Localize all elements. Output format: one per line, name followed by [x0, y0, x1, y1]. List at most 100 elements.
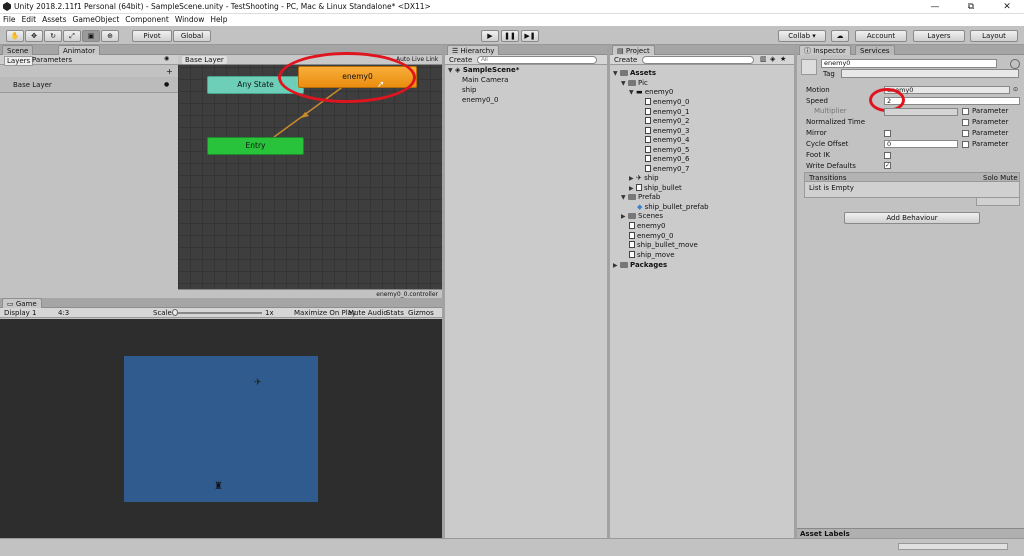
stats-toggle[interactable]: Stats: [386, 309, 404, 317]
asset-file[interactable]: enemy0_0: [629, 232, 673, 241]
sprite-frame[interactable]: enemy0_4: [645, 136, 689, 145]
play-button[interactable]: ▶: [481, 30, 499, 42]
tab-game[interactable]: ▭ Game: [2, 298, 42, 308]
tab-scene[interactable]: Scene: [2, 45, 34, 55]
transform-tool-icon[interactable]: ⊕: [101, 30, 119, 42]
settings-gear-icon[interactable]: [1010, 59, 1020, 69]
add-behaviour-button[interactable]: Add Behaviour: [844, 212, 980, 224]
expand-arrow-icon[interactable]: ▼: [629, 88, 636, 97]
base-layer-row[interactable]: Base Layer ●: [0, 77, 178, 93]
menu-help[interactable]: Help: [207, 14, 230, 26]
scale-slider-thumb[interactable]: [172, 309, 178, 316]
cycle-offset-parameter-checkbox[interactable]: [962, 141, 969, 148]
scale-slider[interactable]: [172, 312, 262, 314]
scene-row[interactable]: ▼ ◈ SampleScene*: [448, 66, 519, 75]
tab-parameters[interactable]: Parameters: [32, 56, 72, 64]
asset-enemy0-sheet[interactable]: ▼ ▬ enemy0: [629, 88, 673, 97]
sprite-frame[interactable]: enemy0_3: [645, 127, 689, 136]
hierarchy-search-input[interactable]: [477, 56, 597, 64]
game-viewport[interactable]: ✈ ♜: [0, 319, 442, 556]
filter-icon[interactable]: ▥: [760, 55, 767, 63]
step-button[interactable]: ▶❚: [521, 30, 539, 42]
tab-project[interactable]: ▤ Project: [612, 45, 655, 55]
display-dropdown[interactable]: Display 1: [4, 309, 36, 317]
sprite-frame[interactable]: enemy0_2: [645, 117, 689, 126]
asset-file[interactable]: ship_bullet_move: [629, 241, 698, 250]
collab-button[interactable]: Collab ▾: [778, 30, 826, 42]
menu-gameobject[interactable]: GameObject: [70, 14, 123, 26]
mirror-checkbox[interactable]: [884, 130, 891, 137]
expand-arrow-icon[interactable]: ▼: [621, 193, 628, 202]
collapse-arrow-icon[interactable]: ▶: [629, 184, 636, 193]
object-picker-icon[interactable]: ⊙: [1013, 86, 1018, 93]
motion-field[interactable]: enemy0: [884, 86, 1010, 94]
write-defaults-checkbox[interactable]: ✓: [884, 162, 891, 169]
label-icon[interactable]: ◈: [770, 55, 775, 63]
asset-ship-bullet-prefab[interactable]: ◆ ship_bullet_prefab: [637, 203, 709, 212]
foot-ik-checkbox[interactable]: [884, 152, 891, 159]
tab-inspector[interactable]: ⓘ Inspector: [799, 45, 851, 55]
add-layer-button[interactable]: +: [166, 67, 173, 76]
expand-arrow-icon[interactable]: ▼: [621, 79, 628, 88]
asset-file[interactable]: ship_move: [629, 251, 675, 260]
star-icon[interactable]: ★: [780, 55, 786, 63]
rotate-tool-icon[interactable]: ↻: [44, 30, 62, 42]
tab-animator[interactable]: Animator: [58, 45, 101, 55]
cycle-offset-field[interactable]: 0: [884, 140, 958, 148]
gear-icon[interactable]: ●: [164, 81, 169, 88]
tab-services[interactable]: Services: [855, 45, 895, 55]
eye-icon[interactable]: ◉: [164, 55, 169, 62]
expand-arrow-icon[interactable]: ▼: [448, 66, 455, 75]
hand-tool-icon[interactable]: ✋: [6, 30, 24, 42]
menu-component[interactable]: Component: [122, 14, 172, 26]
restore-button[interactable]: ⧉: [954, 0, 988, 14]
aspect-dropdown[interactable]: 4:3: [58, 309, 69, 317]
collapse-arrow-icon[interactable]: ▶: [621, 212, 628, 221]
asset-ship-bullet[interactable]: ▶ ship_bullet: [629, 184, 682, 193]
move-tool-icon[interactable]: ✥: [25, 30, 43, 42]
asset-ship[interactable]: ▶ ✈ ship: [629, 174, 659, 183]
expand-arrow-icon[interactable]: ▼: [613, 69, 620, 78]
hierarchy-item-enemy0-0[interactable]: enemy0_0: [462, 96, 498, 105]
project-create-button[interactable]: Create: [614, 56, 637, 64]
maximize-on-play-toggle[interactable]: Maximize On Play: [294, 309, 356, 317]
collapse-arrow-icon[interactable]: ▶: [629, 174, 636, 183]
sprite-frame[interactable]: enemy0_5: [645, 146, 689, 155]
project-search-input[interactable]: [642, 56, 754, 64]
normalized-time-parameter-checkbox[interactable]: [962, 119, 969, 126]
folder-pic[interactable]: ▼ Pic: [621, 79, 648, 88]
multiplier-parameter-checkbox[interactable]: [962, 108, 969, 115]
mirror-parameter-checkbox[interactable]: [962, 130, 969, 137]
close-button[interactable]: ✕: [990, 0, 1024, 14]
hierarchy-item-main-camera[interactable]: Main Camera: [462, 76, 508, 85]
folder-assets[interactable]: ▼ Assets: [613, 69, 656, 78]
sprite-frame[interactable]: enemy0_7: [645, 165, 689, 174]
scale-tool-icon[interactable]: ⤢: [63, 30, 81, 42]
hierarchy-create-button[interactable]: Create: [449, 56, 472, 64]
state-name-field[interactable]: enemy0: [821, 59, 997, 68]
tag-field[interactable]: [841, 69, 1019, 78]
menu-assets[interactable]: Assets: [39, 14, 69, 26]
menu-file[interactable]: File: [0, 14, 19, 26]
folder-packages[interactable]: ▶ Packages: [613, 261, 667, 270]
gizmos-dropdown[interactable]: Gizmos: [408, 309, 434, 317]
folder-scenes[interactable]: ▶ Scenes: [621, 212, 663, 221]
tab-hierarchy[interactable]: ☰ Hierarchy: [447, 45, 500, 55]
menu-window[interactable]: Window: [172, 14, 208, 26]
pause-button[interactable]: ❚❚: [501, 30, 519, 42]
collapse-arrow-icon[interactable]: ▶: [613, 261, 620, 270]
sprite-frame[interactable]: enemy0_1: [645, 108, 689, 117]
state-entry[interactable]: Entry: [207, 137, 304, 155]
tab-layers[interactable]: Layers: [4, 56, 34, 66]
layout-dropdown[interactable]: Layout: [970, 30, 1018, 42]
account-dropdown[interactable]: Account: [855, 30, 907, 42]
sprite-frame[interactable]: enemy0_6: [645, 155, 689, 164]
layers-dropdown[interactable]: Layers: [913, 30, 965, 42]
asset-file[interactable]: enemy0: [629, 222, 665, 231]
rect-tool-icon[interactable]: ▣: [82, 30, 100, 42]
animator-graph[interactable]: Base Layer Auto Live Link Any State enem…: [178, 52, 442, 289]
global-toggle[interactable]: Global: [173, 30, 211, 42]
pivot-toggle[interactable]: Pivot: [132, 30, 172, 42]
cloud-icon[interactable]: ☁: [831, 30, 849, 42]
sprite-frame[interactable]: enemy0_0: [645, 98, 689, 107]
